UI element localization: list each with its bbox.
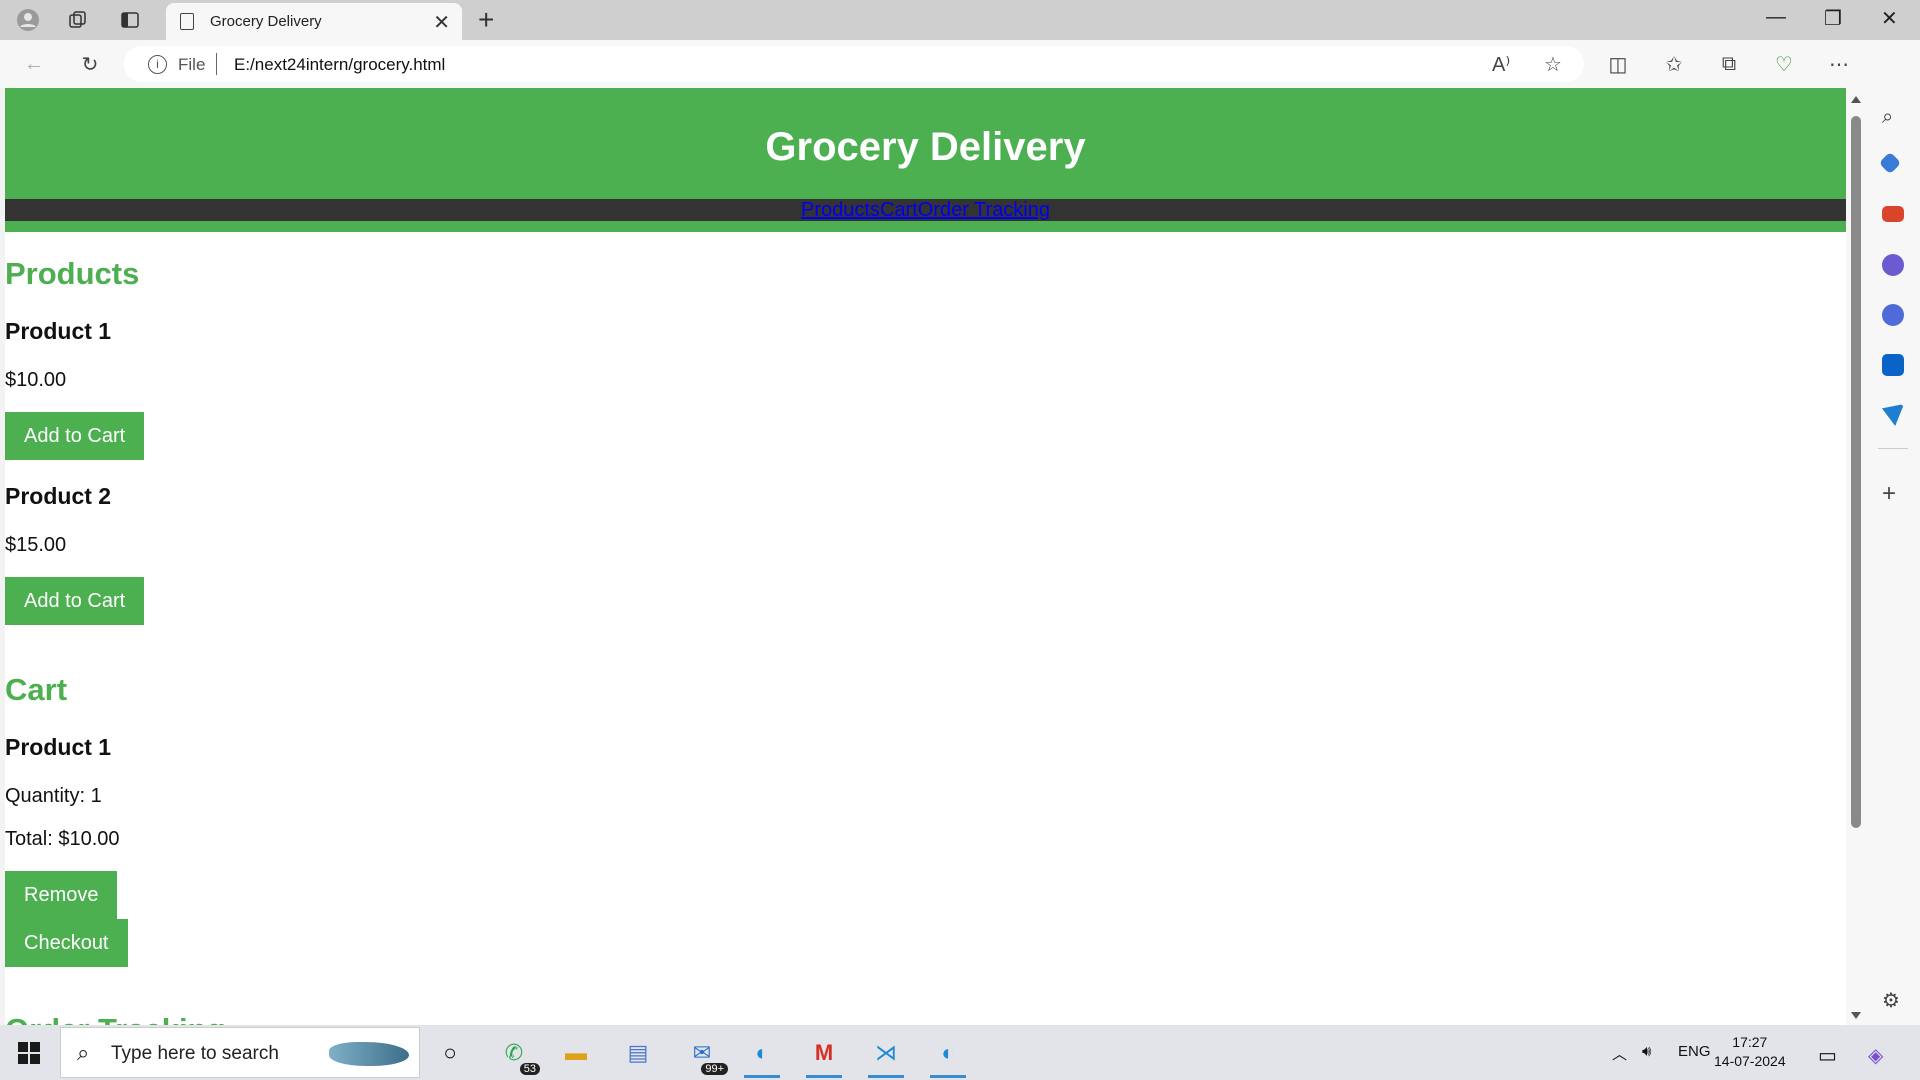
back-icon[interactable]: ← bbox=[20, 50, 48, 78]
clock-time: 17:27 bbox=[1732, 1034, 1768, 1050]
favorites-icon[interactable]: ✩ bbox=[1660, 50, 1688, 78]
tray-chevron-icon[interactable]: ︿ bbox=[1612, 1043, 1627, 1064]
cart-heading: Cart bbox=[5, 672, 68, 707]
search-highlight-shark-icon bbox=[329, 1042, 409, 1066]
minimize-icon[interactable]: — bbox=[1766, 6, 1786, 29]
scroll-up-icon[interactable] bbox=[1851, 96, 1861, 103]
cart-item-quantity: Quantity: 1 bbox=[5, 785, 102, 807]
microsoft-365-icon[interactable] bbox=[1882, 304, 1904, 326]
info-icon[interactable]: i bbox=[148, 55, 167, 74]
file-explorer-icon[interactable]: ▬ bbox=[558, 1035, 594, 1071]
windows-taskbar: ⌕ Type here to search ○ ✆ 53 ▬ ▤ ✉ 99+ ◐ M… bbox=[0, 1025, 1920, 1080]
nav-link-order-tracking[interactable]: Order Tracking bbox=[918, 199, 1050, 221]
mail-icon[interactable]: ✉ 99+ bbox=[684, 1035, 728, 1075]
scroll-down-icon[interactable] bbox=[1851, 1012, 1861, 1019]
edge-app-icon[interactable]: ◐ bbox=[744, 1035, 780, 1078]
cart-item-total: Total: $10.00 bbox=[5, 828, 120, 850]
split-screen-icon[interactable]: ◫ bbox=[1604, 50, 1632, 78]
tools-icon[interactable] bbox=[1882, 206, 1904, 222]
scroll-thumb[interactable] bbox=[1851, 116, 1861, 828]
add-to-cart-button[interactable]: Add to Cart bbox=[5, 577, 145, 625]
address-url[interactable]: E:/next24intern/grocery.html bbox=[234, 55, 445, 75]
edge-sidebar: ⌕ + ⚙ bbox=[1866, 40, 1920, 1025]
gmail-icon[interactable]: M bbox=[806, 1035, 842, 1078]
tab-title: Grocery Delivery bbox=[210, 13, 322, 30]
add-sidebar-app-icon[interactable]: + bbox=[1882, 480, 1904, 507]
copilot-taskbar-icon[interactable]: ◈ bbox=[1868, 1043, 1883, 1068]
games-icon[interactable] bbox=[1882, 254, 1904, 276]
add-to-cart-button[interactable]: Add to Cart bbox=[5, 412, 145, 460]
taskbar-search-box[interactable]: ⌕ Type here to search bbox=[60, 1027, 420, 1078]
favorite-star-icon[interactable]: ☆ bbox=[1544, 52, 1562, 77]
page-file-icon bbox=[180, 13, 194, 30]
page-scrollbar[interactable] bbox=[1846, 88, 1866, 1025]
clock-date: 14-07-2024 bbox=[1714, 1053, 1786, 1069]
profile-icon[interactable] bbox=[16, 8, 40, 32]
restore-icon[interactable]: ❐ bbox=[1824, 6, 1842, 31]
order-tracking-heading: Order Tracking bbox=[5, 1012, 226, 1025]
notifications-icon[interactable]: ▭ bbox=[1818, 1043, 1837, 1068]
nav-link-products[interactable]: Products bbox=[801, 199, 880, 221]
taskbar-clock[interactable]: 17:27 14-07-2024 bbox=[1714, 1033, 1786, 1071]
whatsapp-badge: 53 bbox=[519, 1063, 540, 1075]
remove-button[interactable]: Remove bbox=[5, 871, 118, 919]
address-bar[interactable]: i File E:/next24intern/grocery.html A⁾ ☆ bbox=[124, 46, 1584, 82]
product-name: Product 1 bbox=[5, 318, 112, 344]
outlook-icon[interactable] bbox=[1882, 354, 1904, 376]
collections-icon[interactable]: ⧉ bbox=[1715, 50, 1743, 78]
product-price: $15.00 bbox=[5, 534, 67, 556]
page-viewport: Grocery Delivery ProductsCartOrder Track… bbox=[5, 88, 1846, 1025]
read-aloud-icon[interactable]: A⁾ bbox=[1492, 52, 1510, 77]
mail-badge: 99+ bbox=[701, 1063, 728, 1075]
browser-toolbar: ← ↻ i File E:/next24intern/grocery.html … bbox=[0, 40, 1920, 88]
search-placeholder: Type here to search bbox=[111, 1043, 279, 1064]
vscode-icon[interactable]: ⋊ bbox=[868, 1035, 904, 1078]
language-indicator[interactable]: ENG bbox=[1678, 1043, 1711, 1060]
close-tab-icon[interactable]: ✕ bbox=[433, 10, 450, 35]
product-price: $10.00 bbox=[5, 369, 67, 391]
search-icon: ⌕ bbox=[77, 1040, 90, 1065]
products-heading: Products bbox=[5, 256, 140, 291]
send-drop-icon[interactable] bbox=[1882, 404, 1904, 426]
windows-start-icon[interactable] bbox=[18, 1042, 40, 1064]
address-separator bbox=[216, 53, 217, 75]
sidebar-search-icon[interactable]: ⌕ bbox=[1882, 106, 1904, 128]
cart-item-name: Product 1 bbox=[5, 734, 112, 760]
task-view-icon[interactable]: ○ bbox=[432, 1035, 468, 1071]
header-bottom-band bbox=[5, 221, 1846, 232]
checkout-button[interactable]: Checkout bbox=[5, 919, 128, 967]
sidebar-divider bbox=[1878, 448, 1908, 449]
volume-icon[interactable]: 🔊︎ bbox=[1642, 1043, 1651, 1060]
address-protocol: File bbox=[178, 55, 206, 74]
close-window-icon[interactable]: ✕ bbox=[1881, 6, 1898, 31]
nav-bar: ProductsCartOrder Tracking bbox=[5, 199, 1846, 221]
vertical-tabs-icon[interactable] bbox=[118, 8, 142, 32]
page-title: Grocery Delivery bbox=[765, 125, 1086, 169]
edge-app-icon[interactable]: ◐ bbox=[930, 1035, 966, 1078]
product-name: Product 2 bbox=[5, 483, 112, 509]
page-header: Grocery Delivery bbox=[5, 88, 1846, 199]
workspaces-icon[interactable] bbox=[66, 8, 90, 32]
more-menu-icon[interactable]: ⋯ bbox=[1825, 50, 1853, 78]
shopping-tag-icon[interactable] bbox=[1878, 151, 1902, 175]
whatsapp-icon[interactable]: ✆ 53 bbox=[496, 1035, 540, 1075]
new-tab-icon[interactable]: + bbox=[478, 4, 494, 36]
python-file-icon[interactable]: ▤ bbox=[620, 1035, 656, 1071]
refresh-icon[interactable]: ↻ bbox=[76, 50, 104, 78]
browser-tab-strip: Grocery Delivery ✕ + — ❐ ✕ bbox=[0, 0, 1920, 40]
sidebar-settings-icon[interactable]: ⚙ bbox=[1882, 988, 1904, 1012]
browser-essentials-icon[interactable]: ♡ bbox=[1770, 50, 1798, 78]
nav-link-cart[interactable]: Cart bbox=[880, 199, 918, 221]
active-tab[interactable]: Grocery Delivery ✕ bbox=[166, 3, 462, 40]
